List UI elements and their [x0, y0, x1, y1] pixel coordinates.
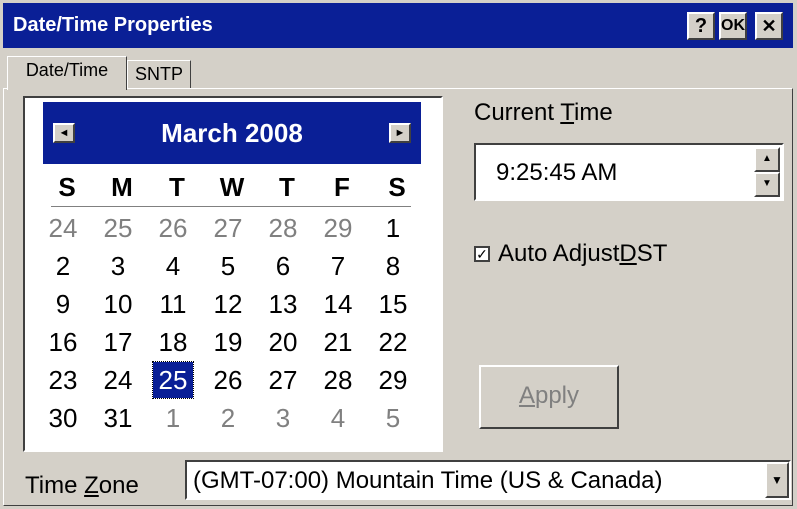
tab-date-time[interactable]: Date/Time [7, 56, 127, 90]
current-time-value[interactable]: 9:25:45 AM [496, 159, 617, 187]
calendar-day[interactable]: 26 [153, 210, 193, 246]
calendar-day[interactable]: 31 [98, 400, 138, 436]
calendar-day[interactable]: 5 [208, 248, 248, 284]
calendar-day[interactable]: 8 [373, 248, 413, 284]
current-time-label-key: T [560, 99, 575, 126]
weekday-label: S [388, 172, 406, 202]
current-time-label: Current Time [474, 99, 613, 127]
calendar: ◄ March 2008 ► SMTWTFS 24 25 26 27 28 29 1 2 3 4 5… [23, 96, 443, 452]
weekday-header-row: SMTWTFS [51, 172, 411, 207]
calendar-day[interactable]: 3 [98, 248, 138, 284]
dst-label-suffix: ST [636, 240, 668, 267]
apply-label-key: A [518, 382, 535, 409]
calendar-day[interactable]: 2 [43, 248, 83, 284]
calendar-day[interactable]: 26 [208, 362, 248, 398]
tz-label-suffix: one [98, 472, 139, 499]
calendar-day[interactable]: 29 [318, 210, 358, 246]
current-time-label-prefix: Current [474, 99, 561, 126]
time-zone-select[interactable]: (GMT-07:00) Mountain Time (US & Canada) … [185, 460, 791, 500]
calendar-day[interactable]: 1 [373, 210, 413, 246]
checkbox-check-icon[interactable]: ✓ [474, 246, 490, 262]
calendar-day[interactable]: 28 [263, 210, 303, 246]
title-bar: Date/Time Properties ? OK ✕ [3, 3, 793, 48]
calendar-day[interactable]: 5 [373, 400, 413, 436]
calendar-day[interactable]: 12 [208, 286, 248, 322]
calendar-header: ◄ March 2008 ► [43, 102, 421, 164]
date-time-properties-window: Date/Time Properties ? OK ✕ Date/Time SN… [0, 0, 797, 509]
tab-strip: Date/Time SNTP [3, 48, 793, 90]
calendar-day[interactable]: 15 [373, 286, 413, 322]
calendar-day[interactable]: 6 [263, 248, 303, 284]
calendar-day[interactable]: 4 [153, 248, 193, 284]
calendar-day[interactable]: 20 [263, 324, 303, 360]
calendar-day[interactable]: 25 [152, 361, 194, 399]
calendar-day[interactable]: 24 [98, 362, 138, 398]
weekday-label: W [219, 172, 245, 202]
apply-button[interactable]: Apply [479, 365, 619, 429]
calendar-day[interactable]: 10 [98, 286, 138, 322]
calendar-day[interactable]: 27 [208, 210, 248, 246]
calendar-day[interactable]: 13 [263, 286, 303, 322]
calendar-day[interactable]: 1 [153, 400, 193, 436]
dst-label-prefix: Auto Adjust [498, 240, 620, 267]
calendar-day[interactable]: 28 [318, 362, 358, 398]
ok-button[interactable]: OK [719, 12, 747, 40]
calendar-day[interactable]: 18 [153, 324, 193, 360]
weekday-label: T [169, 172, 185, 202]
weekday-label: M [111, 172, 133, 202]
calendar-day[interactable]: 3 [263, 400, 303, 436]
window-title: Date/Time Properties [13, 14, 213, 36]
dst-label-key: D [619, 240, 637, 267]
calendar-day[interactable]: 22 [373, 324, 413, 360]
calendar-day[interactable]: 21 [318, 324, 358, 360]
calendar-day[interactable]: 27 [263, 362, 303, 398]
weekday-label: T [279, 172, 295, 202]
calendar-day[interactable]: 29 [373, 362, 413, 398]
time-zone-label: Time Zone [25, 472, 139, 500]
weekday-label: F [334, 172, 350, 202]
calendar-day[interactable]: 7 [318, 248, 358, 284]
calendar-day[interactable]: 25 [98, 210, 138, 246]
time-up-icon[interactable]: ▲ [754, 147, 780, 172]
apply-label-suffix: pply [534, 382, 580, 409]
calendar-day[interactable]: 2 [208, 400, 248, 436]
current-time-field[interactable]: 9:25:45 AM ▲ ▼ [474, 143, 784, 201]
calendar-day[interactable]: 30 [43, 400, 83, 436]
time-zone-value[interactable]: (GMT-07:00) Mountain Time (US & Canada) [193, 467, 663, 495]
tz-label-key: Z [84, 472, 99, 499]
auto-adjust-dst-checkbox[interactable]: ✓ Auto Adjust D ST [474, 240, 667, 268]
calendar-day[interactable]: 9 [43, 286, 83, 322]
calendar-day[interactable]: 24 [43, 210, 83, 246]
calendar-day[interactable]: 4 [318, 400, 358, 436]
month-year-title[interactable]: March 2008 [43, 118, 421, 149]
calendar-day[interactable]: 23 [43, 362, 83, 398]
close-button[interactable]: ✕ [755, 12, 783, 40]
time-zone-dropdown-icon[interactable]: ▼ [765, 462, 789, 498]
time-down-icon[interactable]: ▼ [754, 172, 780, 197]
calendar-day[interactable]: 11 [153, 286, 193, 322]
next-month-icon[interactable]: ► [389, 123, 411, 143]
tz-label-prefix: Time [25, 472, 85, 499]
calendar-day[interactable]: 17 [98, 324, 138, 360]
help-button[interactable]: ? [687, 12, 715, 40]
calendar-day[interactable]: 19 [208, 324, 248, 360]
current-time-label-suffix: ime [574, 99, 613, 126]
calendar-day[interactable]: 14 [318, 286, 358, 322]
weekday-label: S [58, 172, 76, 202]
tab-sntp[interactable]: SNTP [127, 60, 191, 88]
calendar-day[interactable]: 16 [43, 324, 83, 360]
